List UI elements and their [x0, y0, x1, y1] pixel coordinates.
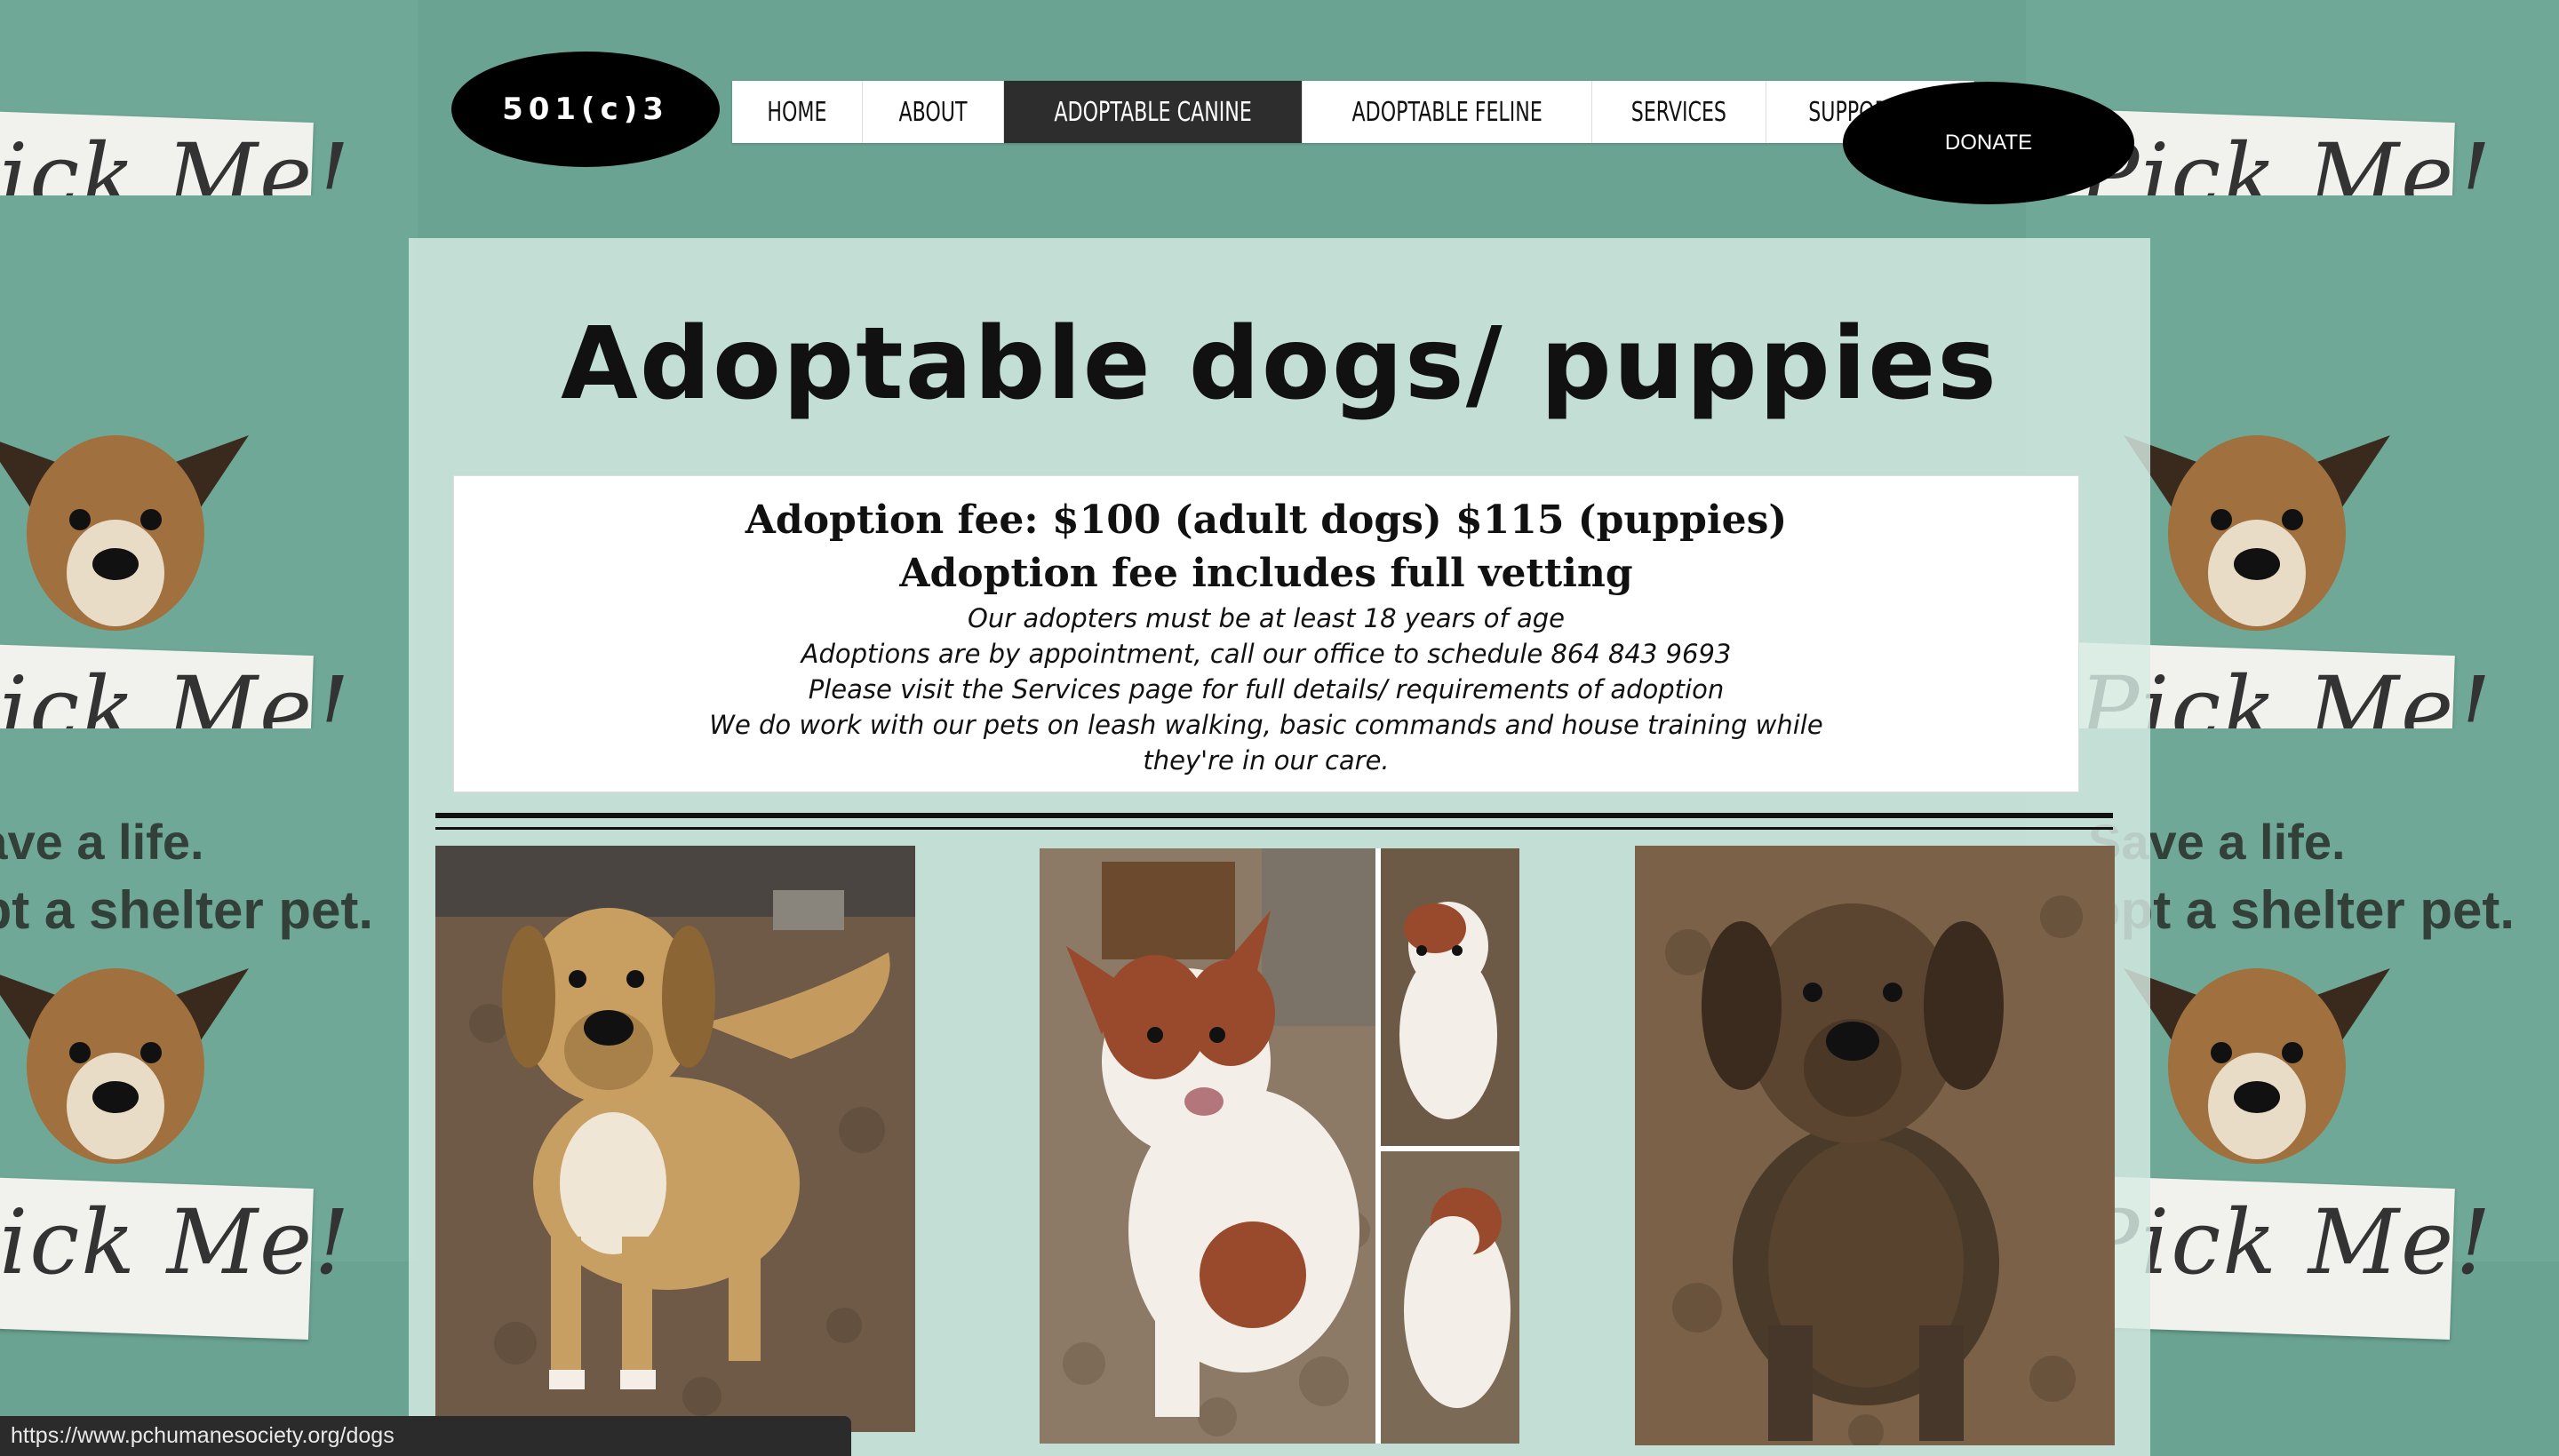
appointment-text: Adoptions are by appointment, call our o…: [801, 639, 1732, 669]
nonprofit-badge: 501(c)3: [451, 52, 720, 167]
bg-slogan: Save a life.: [0, 814, 204, 870]
vetting-text: Adoption fee includes full vetting: [899, 551, 1633, 596]
nav-about[interactable]: ABOUT: [863, 81, 1004, 143]
dog-illustration: [2124, 968, 2390, 1164]
training-text: We do work with our pets on leash walkin…: [709, 710, 1823, 776]
dog-photo-image: [435, 846, 915, 1432]
dog-photo[interactable]: [1635, 846, 2115, 1445]
services-page-text: Please visit the Services page for full …: [808, 674, 1725, 704]
donate-button[interactable]: DONATE: [1843, 82, 2134, 204]
age-requirement-text: Our adopters must be at least 18 years o…: [968, 603, 1565, 633]
dog-photo-collage[interactable]: [1040, 848, 1519, 1444]
bg-tile: Save a life. Adopt a shelter pet. Pick M…: [0, 0, 418, 274]
adoption-fee-text: Adoption fee: $100 (adult dogs) $115 (pu…: [745, 497, 1788, 543]
adoption-info-box: Adoption fee: $100 (adult dogs) $115 (pu…: [453, 475, 2079, 792]
page-title: Adoptable dogs/ puppies: [561, 306, 1998, 422]
link-status-bar: https://www.pchumanesociety.org/dogs: [0, 1416, 851, 1456]
divider: [435, 813, 2113, 818]
dog-photo-image: [1635, 846, 2115, 1445]
bg-tile: Save a life. Adopt a shelter pet. Pick M…: [0, 728, 418, 1340]
dog-illustration: [2124, 435, 2390, 631]
bg-sign-text: Pick Me!: [0, 1190, 352, 1294]
bg-tile: Pick Me!: [0, 195, 418, 807]
dog-illustration: [0, 435, 249, 631]
nav-services[interactable]: SERVICES: [1592, 81, 1767, 143]
dog-photo[interactable]: [435, 846, 915, 1432]
nav-adoptable-canine[interactable]: ADOPTABLE CANINE: [1003, 81, 1303, 143]
bg-slogan: Adopt a shelter pet.: [0, 880, 374, 940]
main-nav: HOME ABOUT ADOPTABLE CANINE ADOPTABLE FE…: [732, 81, 1975, 143]
dog-illustration: [0, 968, 249, 1164]
nav-adoptable-feline[interactable]: ADOPTABLE FELINE: [1303, 81, 1593, 143]
divider: [435, 827, 2113, 830]
nav-home[interactable]: HOME: [732, 81, 863, 143]
dog-photo-image: [1040, 848, 1519, 1444]
